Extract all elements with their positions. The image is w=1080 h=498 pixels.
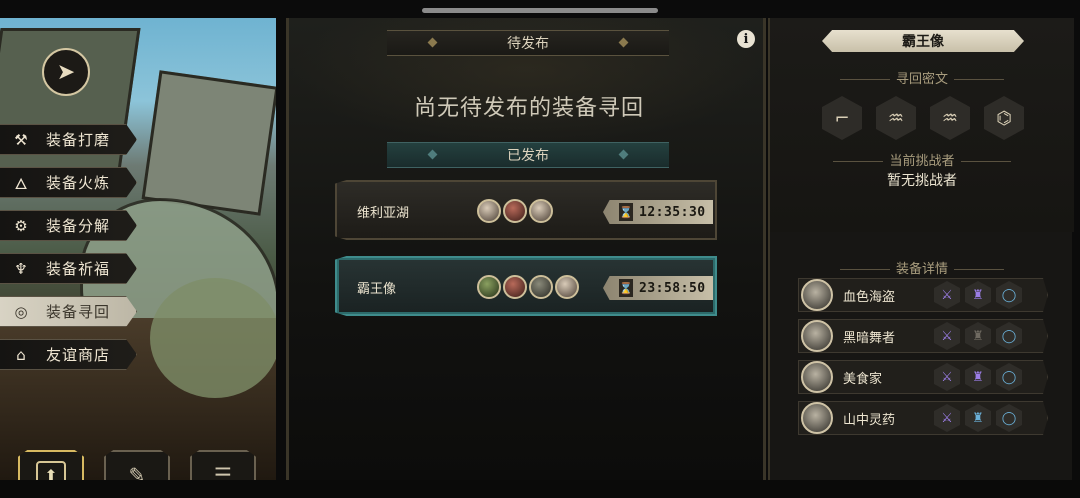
task-avatars bbox=[477, 275, 579, 299]
rune-icon: ⌬ bbox=[984, 96, 1024, 140]
hero-avatar bbox=[503, 199, 527, 223]
bottom-nav: ⬆ ✎ ☰ bbox=[18, 450, 256, 480]
ring-slot-icon[interactable]: ◯ bbox=[996, 281, 1022, 309]
timer-value: 23:58:50 bbox=[639, 280, 706, 296]
equip-hero-name: 美食家 bbox=[843, 371, 883, 387]
task-avatars bbox=[477, 199, 553, 223]
ring-slot-icon[interactable]: ◯ bbox=[996, 322, 1022, 350]
spiral-icon: ◎ bbox=[14, 302, 28, 321]
rune-icon: ♒ bbox=[876, 96, 916, 140]
menu-item-2[interactable]: ⚙ 装备分解 bbox=[0, 210, 137, 241]
hero-avatar bbox=[503, 275, 527, 299]
armor-slot-icon[interactable]: ♜ bbox=[965, 281, 991, 309]
weapon-slot-icon[interactable]: ⚔ bbox=[934, 404, 960, 432]
rune-icon: ♒ bbox=[930, 96, 970, 140]
hero-avatar bbox=[529, 275, 553, 299]
menu-item-5[interactable]: ⌂ 友谊商店 bbox=[0, 339, 137, 370]
gear-break-icon: ⚙ bbox=[14, 216, 28, 235]
hero-avatar bbox=[555, 275, 579, 299]
runes-label: 寻回密文 bbox=[770, 68, 1074, 87]
menu-item-1[interactable]: 🜂 装备火炼 bbox=[0, 167, 137, 198]
weapon-slot-icon[interactable]: ⚔ bbox=[934, 322, 960, 350]
pending-header-label: 待发布 bbox=[507, 36, 549, 52]
bottom-nav-button-2[interactable]: ☰ bbox=[190, 450, 256, 480]
pending-empty-text: 尚无待发布的装备寻回 bbox=[413, 96, 644, 121]
menu-item-4[interactable]: ◎ 装备寻回 bbox=[0, 296, 137, 327]
feather-icon: ✎ bbox=[128, 463, 146, 480]
timer-value: 12:35:30 bbox=[639, 204, 706, 220]
menu-item-label: 装备打磨 bbox=[46, 131, 111, 149]
hero-portrait bbox=[801, 402, 833, 434]
task-row[interactable]: 霸王像 ⌛ 23:58:50 bbox=[335, 256, 717, 316]
home-indicator bbox=[422, 8, 658, 13]
equip-row[interactable]: 美食家 ⚔ ♜ ◯ bbox=[798, 360, 1048, 394]
task-row[interactable]: 维利亚湖 ⌛ 12:35:30 bbox=[335, 180, 717, 240]
back-button[interactable]: ➤ bbox=[42, 48, 90, 96]
info-icon[interactable]: i bbox=[737, 30, 755, 48]
ring-slot-icon[interactable]: ◯ bbox=[996, 404, 1022, 432]
task-name: 维利亚湖 bbox=[357, 206, 410, 221]
hammer-icon: ⚒ bbox=[14, 130, 28, 149]
armor-slot-icon[interactable]: ♜ bbox=[965, 363, 991, 391]
ring-slot-icon[interactable]: ◯ bbox=[996, 363, 1022, 391]
menu-item-label: 友谊商店 bbox=[46, 346, 111, 364]
left-menu: ⚒ 装备打磨 🜂 装备火炼 ⚙ 装备分解 ♆ 装备祈福 ◎ 装备寻回 ⌂ 友谊商店 bbox=[0, 124, 140, 382]
back-arrow-icon: ➤ bbox=[56, 59, 76, 85]
equip-hero-name: 黑暗舞者 bbox=[843, 330, 896, 346]
equip-row[interactable]: 山中灵药 ⚔ ♜ ◯ bbox=[798, 401, 1048, 435]
detail-title: 霸王像 bbox=[822, 30, 1024, 52]
task-timer: ⌛ 12:35:30 bbox=[603, 200, 713, 224]
flame-icon: 🜂 bbox=[14, 175, 28, 193]
list-icon: ☰ bbox=[214, 463, 232, 480]
weapon-slot-icon[interactable]: ⚔ bbox=[934, 363, 960, 391]
upload-icon: ⬆ bbox=[36, 461, 66, 480]
equip-list: 血色海盗 ⚔ ♜ ◯ 黑暗舞者 ⚔ ♜ ◯ 美食家 ⚔ ♜ ◯ 山中灵药 ⚔ ♜ ◯ bbox=[798, 278, 1048, 442]
armor-slot-icon[interactable]: ♜ bbox=[965, 322, 991, 350]
hero-avatar bbox=[477, 199, 501, 223]
armor-slot-icon[interactable]: ♜ bbox=[965, 404, 991, 432]
equip-row[interactable]: 黑暗舞者 ⚔ ♜ ◯ bbox=[798, 319, 1048, 353]
bottom-nav-button-1[interactable]: ✎ bbox=[104, 450, 170, 480]
bottom-frame bbox=[0, 480, 1080, 498]
task-timer: ⌛ 23:58:50 bbox=[603, 276, 713, 300]
published-header-label: 已发布 bbox=[507, 148, 549, 164]
equip-hero-name: 山中灵药 bbox=[843, 412, 896, 428]
shop-icon: ⌂ bbox=[16, 345, 26, 364]
center-panel: i 待发布 尚无待发布的装备寻回 已发布 维利亚湖 ⌛ 12:35:30 霸王像 ⌛ 23… bbox=[286, 18, 766, 480]
hero-portrait bbox=[801, 320, 833, 352]
menu-item-label: 装备分解 bbox=[46, 217, 111, 235]
hero-portrait bbox=[801, 279, 833, 311]
equip-row[interactable]: 血色海盗 ⚔ ♜ ◯ bbox=[798, 278, 1048, 312]
hourglass-icon: ⌛ bbox=[619, 203, 633, 221]
rune-icon: ⌐ bbox=[822, 96, 862, 140]
menu-item-3[interactable]: ♆ 装备祈福 bbox=[0, 253, 137, 284]
equip-label: 装备详情 bbox=[770, 258, 1074, 277]
equip-hero-name: 血色海盗 bbox=[843, 289, 896, 305]
challenger-label: 当前挑战者 bbox=[770, 150, 1074, 169]
menu-item-0[interactable]: ⚒ 装备打磨 bbox=[0, 124, 137, 155]
challenger-value: 暂无挑战者 bbox=[887, 173, 957, 189]
detail-panel: 霸王像 寻回密文 ⌐ ♒ ♒ ⌬ 当前挑战者 暂无挑战者 装备详情 血色海盗 ⚔ ♜ ◯ 黑暗… bbox=[768, 18, 1074, 480]
hero-portrait bbox=[801, 361, 833, 393]
hero-avatar bbox=[529, 199, 553, 223]
hourglass-icon: ⌛ bbox=[619, 279, 633, 297]
rune-row: ⌐ ♒ ♒ ⌬ bbox=[822, 96, 1024, 140]
pending-header: 待发布 bbox=[387, 30, 669, 56]
menu-item-label: 装备火炼 bbox=[46, 174, 111, 192]
task-name: 霸王像 bbox=[357, 282, 397, 297]
blessing-icon: ♆ bbox=[14, 259, 28, 278]
bottom-nav-button-0[interactable]: ⬆ bbox=[18, 450, 84, 480]
weapon-slot-icon[interactable]: ⚔ bbox=[934, 281, 960, 309]
scene-background: ➤ ⚒ 装备打磨 🜂 装备火炼 ⚙ 装备分解 ♆ 装备祈福 ◎ 装备寻回 ⌂ 友谊商店 ⬆ ✎ ☰ bbox=[0, 18, 276, 480]
hero-avatar bbox=[477, 275, 501, 299]
menu-item-label: 装备寻回 bbox=[46, 303, 111, 321]
menu-item-label: 装备祈福 bbox=[46, 260, 111, 278]
published-header: 已发布 bbox=[387, 142, 669, 168]
